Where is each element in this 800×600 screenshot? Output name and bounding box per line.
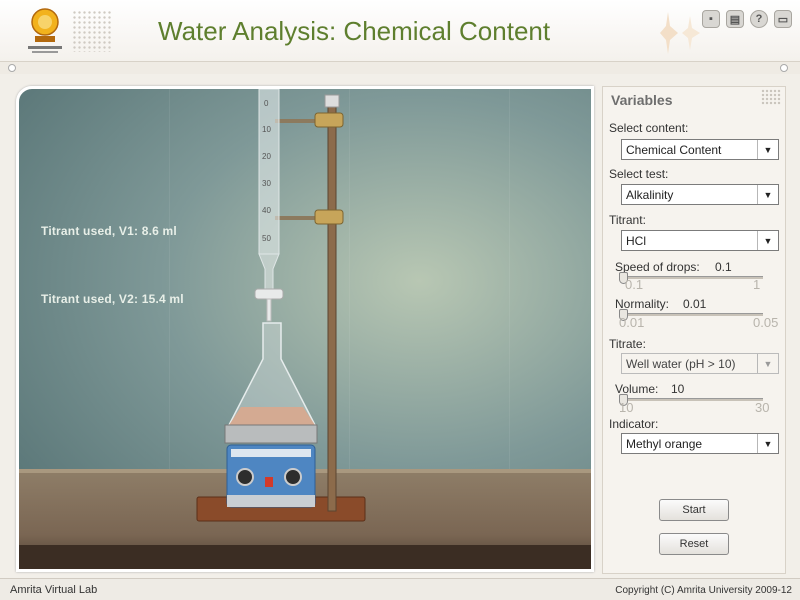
- titrant-used-v2: Titrant used, V2: 15.4 ml: [41, 292, 184, 306]
- speed-min-tick: 0.1: [625, 277, 644, 292]
- volume-min-tick: 10: [619, 400, 634, 415]
- normality-min-tick: 0.01: [619, 315, 645, 330]
- chevron-down-icon: ▼: [757, 434, 778, 453]
- select-content-label: Select content:: [609, 121, 689, 135]
- volume-value: 10: [671, 382, 685, 396]
- volume-slider[interactable]: [623, 398, 763, 401]
- titrant-dropdown[interactable]: HCl ▼: [621, 230, 779, 251]
- footer-app-name: Amrita Virtual Lab: [10, 584, 98, 596]
- volume-max-tick: 30: [755, 400, 770, 415]
- select-content-dropdown[interactable]: Chemical Content ▼: [621, 139, 779, 160]
- titrate-dropdown[interactable]: Well water (pH > 10) ▼: [621, 353, 779, 374]
- chevron-down-icon: ▼: [757, 354, 778, 373]
- burette-tick-10: 10: [262, 125, 271, 134]
- amrita-logo-icon: [28, 8, 62, 53]
- header-strip: [0, 62, 800, 74]
- burette-tick-50: 50: [262, 234, 271, 243]
- chevron-down-icon: ▼: [757, 140, 778, 159]
- page-title: Water Analysis: Chemical Content: [158, 16, 551, 46]
- titrate-label: Titrate:: [609, 337, 646, 351]
- footer-copyright: Copyright (C) Amrita University 2009-12: [615, 585, 792, 596]
- speed-of-drops-value: 0.1: [715, 260, 732, 274]
- titrant-used-v1: Titrant used, V1: 8.6 ml: [41, 224, 177, 238]
- start-button[interactable]: Start: [659, 499, 729, 521]
- titrant-value: HCl: [626, 234, 646, 248]
- burette-tick-0: 0: [264, 99, 269, 108]
- titration-apparatus: [196, 89, 366, 522]
- reset-button[interactable]: Reset: [659, 533, 729, 555]
- indicator-value: Methyl orange: [626, 437, 703, 451]
- burette-tick-40: 40: [262, 206, 271, 215]
- panel-grip-icon: [761, 89, 781, 105]
- speed-max-tick: 1: [753, 277, 761, 292]
- chevron-down-icon: ▼: [757, 231, 778, 250]
- variables-title: Variables: [611, 92, 673, 108]
- titrate-value: Well water (pH > 10): [626, 357, 736, 371]
- variables-panel: Variables Select content: Chemical Conte…: [602, 86, 786, 574]
- burette-tick-20: 20: [262, 152, 271, 161]
- pin-right-icon: [780, 64, 788, 72]
- select-content-value: Chemical Content: [626, 143, 722, 157]
- titrant-label: Titrant:: [609, 213, 646, 227]
- header-dot-pattern: [72, 10, 112, 52]
- normality-value: 0.01: [683, 297, 707, 311]
- chevron-down-icon: ▼: [757, 185, 778, 204]
- normality-max-tick: 0.05: [753, 315, 779, 330]
- indicator-dropdown[interactable]: Methyl orange ▼: [621, 433, 779, 454]
- simulation-panel: 0 10 20 30 40 50 Titrant used, V1: 8.6 m…: [16, 86, 594, 572]
- indicator-label: Indicator:: [609, 417, 659, 431]
- fullscreen-icon[interactable]: ▭: [774, 10, 792, 28]
- pin-left-icon: [8, 64, 16, 72]
- select-test-value: Alkalinity: [626, 188, 674, 202]
- help-icon[interactable]: ?: [750, 10, 768, 28]
- select-test-label: Select test:: [609, 167, 669, 181]
- app-header: Water Analysis: Chemical Content ▪ ▤ ? ▭: [0, 0, 800, 62]
- burette-tick-30: 30: [262, 179, 271, 188]
- print-icon[interactable]: ▤: [726, 10, 744, 28]
- app-footer: Amrita Virtual Lab Copyright (C) Amrita …: [0, 578, 800, 600]
- speed-of-drops-slider[interactable]: [623, 276, 763, 279]
- save-icon[interactable]: ▪: [702, 10, 720, 28]
- select-test-dropdown[interactable]: Alkalinity ▼: [621, 184, 779, 205]
